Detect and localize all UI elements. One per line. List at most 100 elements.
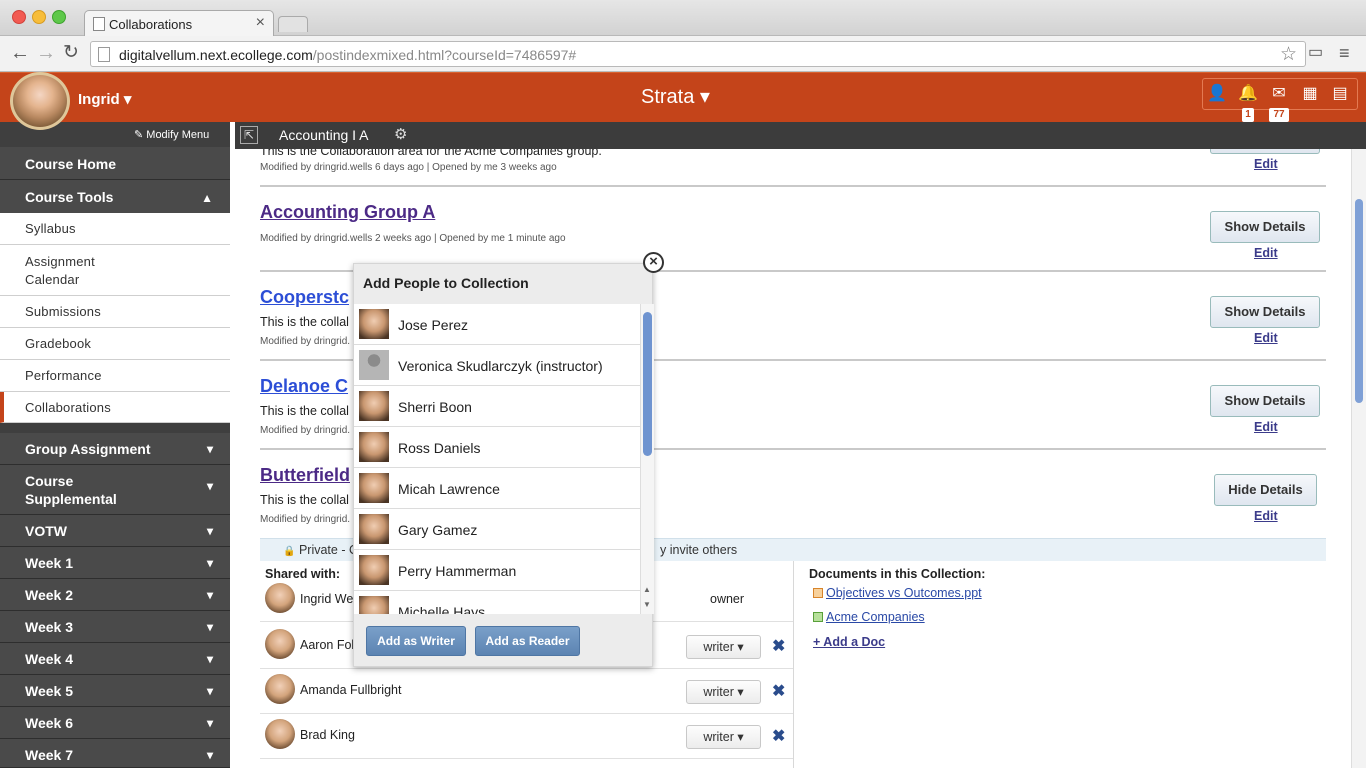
add-as-reader-button[interactable]: Add as Reader bbox=[475, 626, 580, 656]
bookmark-star-icon[interactable]: ☆ bbox=[1280, 43, 1297, 66]
remove-icon[interactable]: ✖ bbox=[772, 726, 785, 746]
person-row[interactable]: Michelle Hays bbox=[354, 591, 640, 614]
remove-icon[interactable]: ✖ bbox=[772, 681, 785, 701]
brand-menu[interactable]: Strata ▾ bbox=[641, 84, 710, 109]
avatar bbox=[359, 555, 389, 585]
sidebar-item-week-6[interactable]: Week 6 ▾ bbox=[0, 707, 230, 739]
sidebar-item-assignment-calendar[interactable]: Assignment Calendar bbox=[0, 245, 230, 296]
address-bar[interactable]: digitalvellum.next.ecollege.com/postinde… bbox=[90, 41, 1306, 67]
person-row[interactable]: Veronica Skudlarczyk (instructor) bbox=[354, 345, 640, 386]
people-list-scrollbar[interactable]: ▲ ▼ bbox=[640, 304, 654, 614]
sidebar-item-submissions[interactable]: Submissions bbox=[0, 296, 230, 328]
popup-title: Add People to Collection bbox=[363, 275, 529, 291]
scrollbar-thumb[interactable] bbox=[1355, 199, 1363, 403]
scroll-down-arrow-icon[interactable]: ▼ bbox=[643, 600, 651, 609]
expand-icon[interactable]: ⇱ bbox=[240, 126, 258, 144]
avatar bbox=[359, 432, 389, 462]
document-link[interactable]: Objectives vs Outcomes.ppt bbox=[813, 586, 982, 600]
user-avatar[interactable] bbox=[10, 72, 70, 130]
hide-details-button[interactable]: Hide Details bbox=[1214, 474, 1317, 506]
person-row[interactable]: Ross Daniels bbox=[354, 427, 640, 468]
sidebar-item-group-assignment[interactable]: Group Assignment ▾ bbox=[0, 433, 230, 465]
browser-toolbar: ← → ↻ digitalvellum.next.ecollege.com/po… bbox=[0, 36, 1366, 72]
chevron-down-icon: ▾ bbox=[206, 556, 213, 570]
document-link[interactable]: Acme Companies bbox=[813, 610, 925, 624]
sidebar-item-week-1[interactable]: Week 1 ▾ bbox=[0, 547, 230, 579]
sidebar-item-course-supplemental[interactable]: Course Supplemental ▾ bbox=[0, 465, 230, 515]
avatar bbox=[359, 473, 389, 503]
role-dropdown[interactable]: writer ▾ bbox=[686, 725, 761, 749]
chevron-down-icon: ▾ bbox=[206, 442, 213, 456]
role-dropdown[interactable]: writer ▾ bbox=[686, 635, 761, 659]
document-icon[interactable]: ▤ bbox=[1330, 84, 1350, 104]
edit-link[interactable]: Edit bbox=[1254, 157, 1278, 171]
person-row[interactable]: Micah Lawrence bbox=[354, 468, 640, 509]
role-dropdown[interactable]: writer ▾ bbox=[686, 680, 761, 704]
cast-icon[interactable]: ▭ bbox=[1308, 42, 1323, 64]
sidebar-item-week-7[interactable]: Week 7 ▾ bbox=[0, 739, 230, 768]
menu-icon[interactable]: ≡ bbox=[1339, 42, 1350, 64]
sidebar-item-syllabus[interactable]: Syllabus bbox=[0, 213, 230, 245]
minimize-window-button[interactable] bbox=[32, 10, 46, 24]
sidebar-item-collaborations[interactable]: Collaborations bbox=[0, 392, 230, 423]
sidebar-item-week-3[interactable]: Week 3 ▾ bbox=[0, 611, 230, 643]
sidebar-item-course-home[interactable]: Course Home bbox=[0, 147, 230, 180]
person-row[interactable]: Gary Gamez bbox=[354, 509, 640, 550]
browser-tab-active[interactable]: Collaborations × bbox=[84, 10, 274, 37]
forward-arrow-icon[interactable]: → bbox=[36, 42, 56, 64]
person-row[interactable]: Jose Perez bbox=[354, 304, 640, 345]
collaboration-title-link[interactable]: Delanoe C bbox=[260, 376, 348, 397]
zoom-window-button[interactable] bbox=[52, 10, 66, 24]
person-row[interactable]: Perry Hammerman bbox=[354, 550, 640, 591]
edit-link[interactable]: Edit bbox=[1254, 420, 1278, 434]
sidebar-item-votw[interactable]: VOTW ▾ bbox=[0, 515, 230, 547]
collaboration-meta: Modified by dringrid. bbox=[260, 425, 351, 436]
collaboration-meta: Modified by dringrid.wells 2 weeks ago |… bbox=[260, 233, 566, 244]
sidebar-item-week-5[interactable]: Week 5 ▾ bbox=[0, 675, 230, 707]
close-icon[interactable]: × bbox=[643, 252, 664, 273]
new-tab-button[interactable] bbox=[278, 16, 308, 32]
privacy-text-suffix: y invite others bbox=[660, 543, 738, 557]
person-row[interactable]: Sherri Boon bbox=[354, 386, 640, 427]
chevron-down-icon: ▾ bbox=[206, 684, 213, 698]
remove-icon[interactable]: ✖ bbox=[772, 636, 785, 656]
gear-icon[interactable]: ⚙ bbox=[394, 125, 407, 143]
edit-link[interactable]: Edit bbox=[1254, 331, 1278, 345]
show-details-button[interactable]: Show Details bbox=[1210, 211, 1320, 243]
sidebar-item-course-tools[interactable]: Course Tools ▲ bbox=[0, 180, 230, 213]
show-details-button[interactable]: Show Details bbox=[1210, 296, 1320, 328]
collaboration-title-link[interactable]: Accounting Group A bbox=[260, 202, 435, 223]
user-menu[interactable]: Ingrid ▾ bbox=[78, 90, 131, 108]
messages-envelope-icon[interactable]: ✉ bbox=[1269, 84, 1289, 104]
edit-link[interactable]: Edit bbox=[1254, 246, 1278, 260]
messages-count-badge: 77 bbox=[1269, 108, 1289, 122]
shared-user-name: Amanda Fullbright bbox=[300, 683, 402, 697]
scrollbar-thumb[interactable] bbox=[643, 312, 652, 456]
page-scrollbar[interactable] bbox=[1351, 149, 1366, 768]
avatar-placeholder-icon bbox=[359, 350, 389, 380]
add-as-writer-button[interactable]: Add as Writer bbox=[366, 626, 466, 656]
show-details-button[interactable]: Show Details bbox=[1210, 385, 1320, 417]
chevron-down-icon: ▾ bbox=[206, 620, 213, 634]
sidebar-item-performance[interactable]: Performance bbox=[0, 360, 230, 392]
profile-icon[interactable]: 👤 bbox=[1207, 84, 1227, 104]
collaboration-meta: Modified by dringrid.wells 6 days ago | … bbox=[260, 162, 557, 173]
calendar-icon[interactable]: ▦ bbox=[1300, 84, 1320, 104]
sidebar-item-gradebook[interactable]: Gradebook bbox=[0, 328, 230, 360]
avatar bbox=[265, 719, 295, 749]
divider bbox=[260, 185, 1326, 187]
scroll-up-arrow-icon[interactable]: ▲ bbox=[643, 585, 651, 594]
reload-icon[interactable]: ↻ bbox=[63, 42, 79, 64]
edit-link[interactable]: Edit bbox=[1254, 509, 1278, 523]
notifications-bell-icon[interactable]: 🔔 bbox=[1238, 84, 1258, 104]
add-doc-link[interactable]: + Add a Doc bbox=[813, 635, 885, 649]
close-window-button[interactable] bbox=[12, 10, 26, 24]
collaboration-title-link[interactable]: Butterfield bbox=[260, 465, 350, 486]
back-arrow-icon[interactable]: ← bbox=[10, 42, 30, 64]
modify-menu-link[interactable]: ✎ Modify Menu bbox=[134, 128, 209, 141]
tab-close-icon[interactable]: × bbox=[256, 14, 265, 32]
documents-heading: Documents in this Collection: bbox=[809, 567, 986, 581]
collaboration-title-link[interactable]: Cooperstc bbox=[260, 287, 349, 308]
sidebar-item-week-4[interactable]: Week 4 ▾ bbox=[0, 643, 230, 675]
sidebar-item-week-2[interactable]: Week 2 ▾ bbox=[0, 579, 230, 611]
